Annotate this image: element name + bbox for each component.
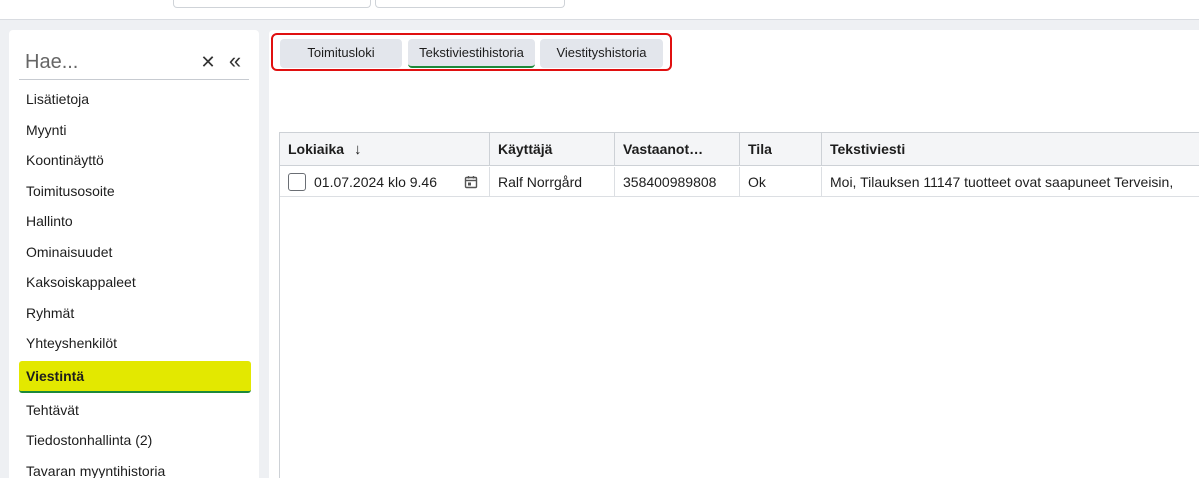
column-label: Lokiaika — [288, 141, 345, 157]
table-row[interactable]: 01.07.2024 klo 9.46 Ralf Norrgård 358400… — [280, 167, 1199, 197]
search-input[interactable] — [25, 48, 185, 76]
cell-tekstiviesti: Moi, Tilauksen 11147 tuotteet ovat saapu… — [830, 174, 1174, 190]
sort-arrow-down-icon[interactable]: ↓ — [354, 141, 362, 158]
sidebar-item-hallinto[interactable]: Hallinto — [19, 206, 251, 237]
column-header-tekstiviesti[interactable]: Tekstiviesti — [822, 133, 1199, 166]
cell-vastaanottaja: 358400989808 — [615, 167, 740, 197]
sidebar-search: ✕ « — [19, 46, 249, 80]
table-header: Lokiaika ↓ Käyttäjä Vastaanot… Tila Tekst… — [280, 133, 1199, 166]
column-header-vastaanottaja[interactable]: Vastaanot… — [615, 133, 740, 166]
sidebar-nav: Lisätietoja Myynti Koontinäyttö Toimitus… — [19, 84, 251, 478]
sidebar: ✕ « Lisätietoja Myynti Koontinäyttö Toim… — [9, 30, 259, 478]
sidebar-item-viestinta[interactable]: Viestintä — [19, 360, 251, 393]
top-toolbar — [0, 0, 1199, 20]
row-checkbox[interactable] — [288, 173, 306, 191]
sidebar-item-kaksoiskappaleet[interactable]: Kaksoiskappaleet — [19, 267, 251, 298]
column-header-tila[interactable]: Tila — [740, 133, 822, 166]
column-header-kayttaja[interactable]: Käyttäjä — [490, 133, 615, 166]
log-date: 01.07.2024 klo 9.46 — [314, 174, 437, 190]
cell-lokiaika: 01.07.2024 klo 9.46 — [280, 167, 490, 197]
collapse-sidebar-icon[interactable]: « — [223, 48, 247, 74]
top-field-1[interactable] — [173, 0, 371, 8]
sidebar-item-tehtavat[interactable]: Tehtävät — [19, 395, 251, 426]
tab-tekstiviestihistoria[interactable]: Tekstiviestihistoria — [408, 39, 535, 68]
sidebar-item-ominaisuudet[interactable]: Ominaisuudet — [19, 237, 251, 268]
tab-viestityshistoria[interactable]: Viestityshistoria — [540, 39, 663, 68]
cell-tila: Ok — [740, 167, 822, 197]
sidebar-item-lisatietoja[interactable]: Lisätietoja — [19, 84, 251, 115]
sidebar-item-koontinaytto[interactable]: Koontinäyttö — [19, 145, 251, 176]
column-header-lokiaika[interactable]: Lokiaika ↓ — [280, 133, 490, 166]
calendar-icon[interactable] — [464, 175, 478, 189]
sidebar-item-myynti[interactable]: Myynti — [19, 115, 251, 146]
top-field-2[interactable] — [375, 0, 565, 8]
sidebar-item-tiedostonhallinta[interactable]: Tiedostonhallinta (2) — [19, 425, 251, 456]
sms-history-table: Lokiaika ↓ Käyttäjä Vastaanot… Tila Tekst… — [279, 132, 1199, 478]
sidebar-item-toimitusosoite[interactable]: Toimitusosoite — [19, 176, 251, 207]
main-panel: Toimitusloki Tekstiviestihistoria Viesti… — [269, 30, 1199, 478]
close-icon[interactable]: ✕ — [197, 50, 219, 74]
tab-toimitusloki[interactable]: Toimitusloki — [280, 39, 402, 68]
sidebar-item-tavaran-myyntihistoria[interactable]: Tavaran myyntihistoria — [19, 456, 251, 478]
sidebar-item-yhteyshenkilot[interactable]: Yhteyshenkilöt — [19, 328, 251, 359]
sidebar-item-ryhmat[interactable]: Ryhmät — [19, 298, 251, 329]
cell-kayttaja: Ralf Norrgård — [490, 167, 615, 197]
